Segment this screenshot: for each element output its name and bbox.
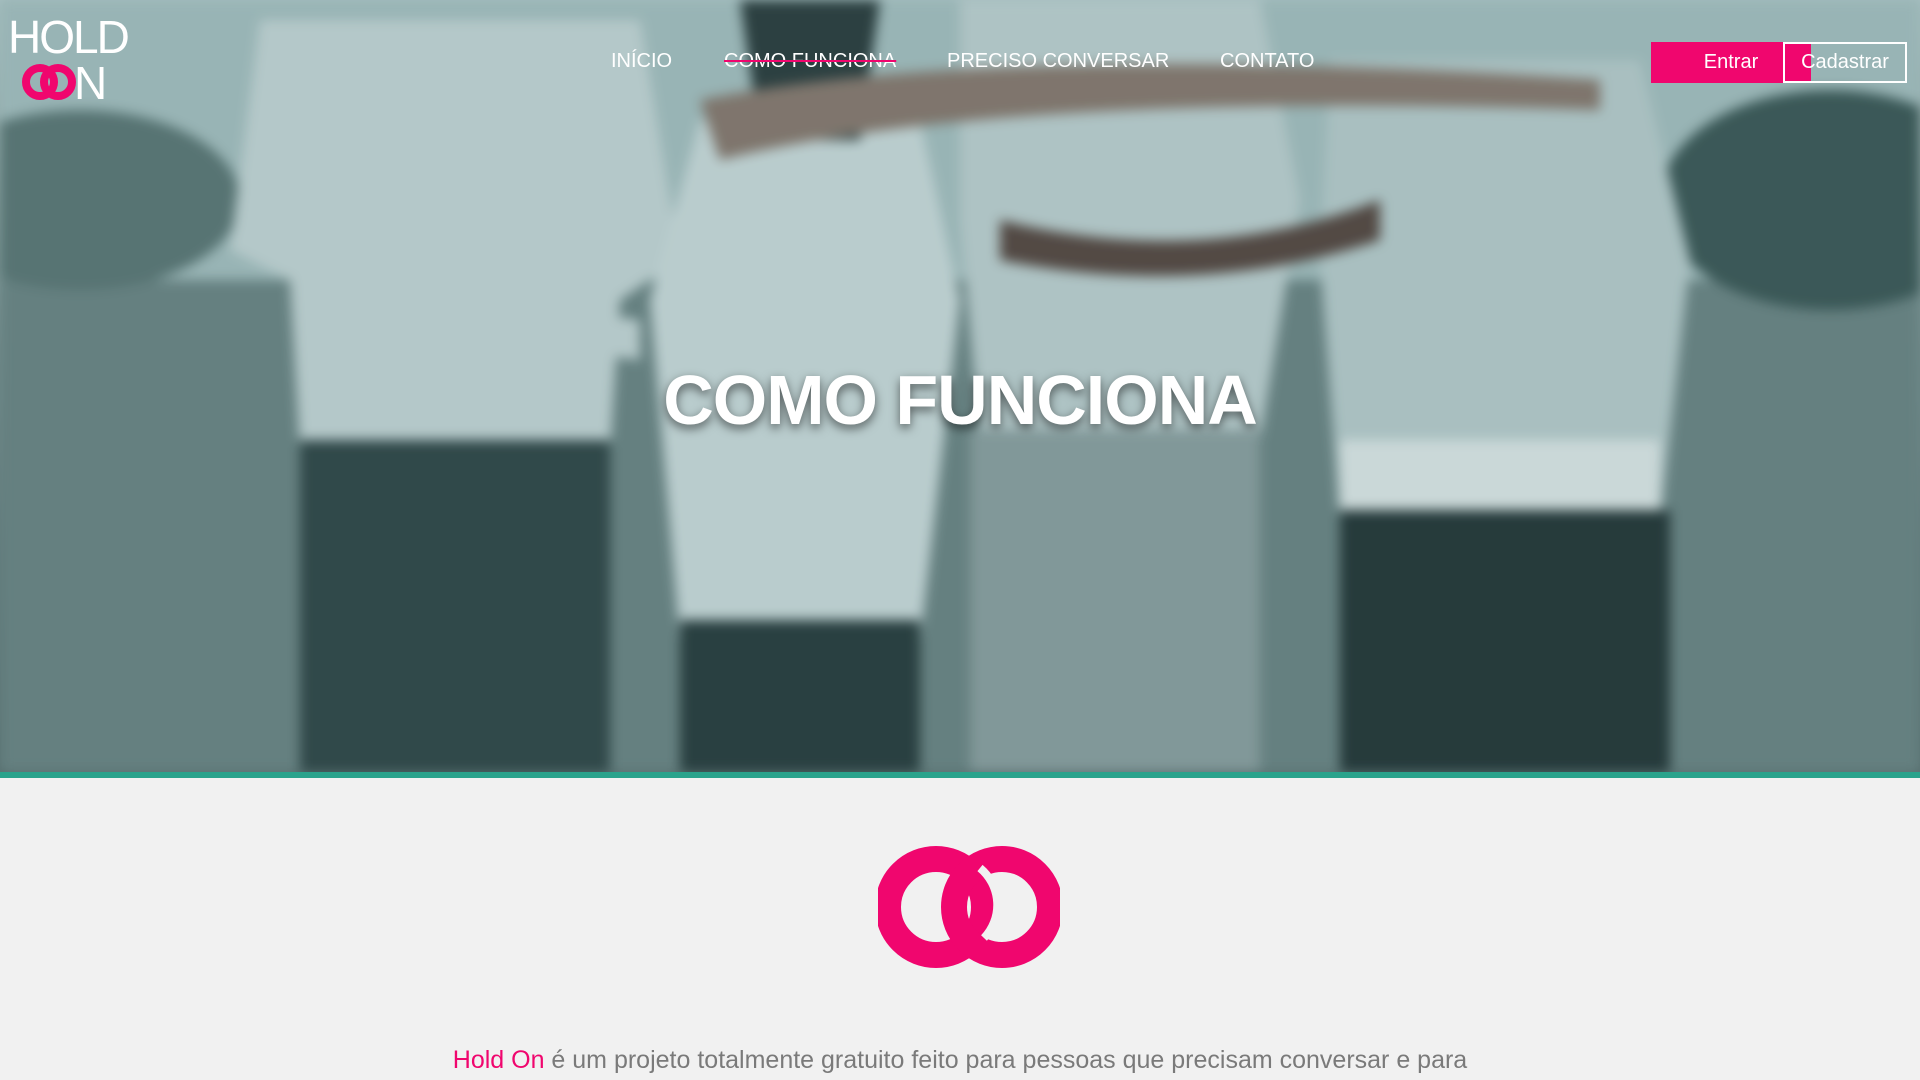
nav-item-contato[interactable]: CONTATO [1220, 50, 1314, 73]
intro-paragraph: Hold On é um projeto totalmente gratuito… [0, 1046, 1920, 1075]
interlocked-rings-icon [878, 846, 1060, 968]
nav-item-como-funciona[interactable]: COMO FUNCIONA [724, 50, 896, 73]
page-title: COMO FUNCIONA [663, 361, 1258, 439]
nav-item-preciso-conversar[interactable]: PRECISO CONVERSAR [947, 50, 1169, 73]
main-nav: INÍCIO COMO FUNCIONA PRECISO CONVERSAR C… [0, 50, 1920, 74]
hero-divider [0, 772, 1920, 778]
intro-brand-name: Hold On [452, 1046, 545, 1074]
nav-item-inicio[interactable]: INÍCIO [611, 50, 672, 73]
intro-text: é um projeto totalmente gratuito feito p… [544, 1046, 1468, 1074]
signup-button[interactable]: Cadastrar [1783, 42, 1907, 83]
